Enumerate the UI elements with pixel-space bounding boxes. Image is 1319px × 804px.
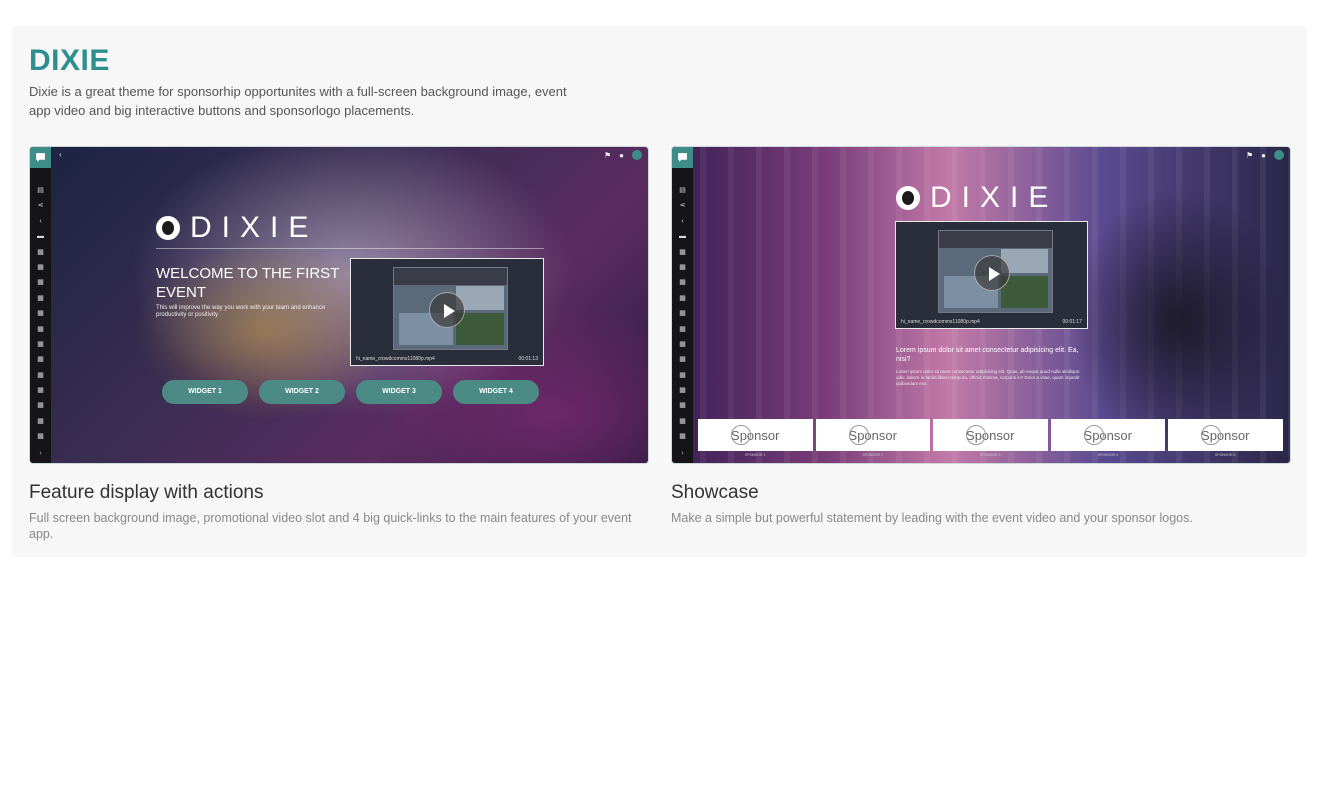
- video-filename: hi_name_crowdcomms11080p.mp4: [356, 356, 435, 362]
- share-icon: ⋖: [679, 202, 686, 210]
- list-icon: ▦: [679, 325, 686, 333]
- play-icon[interactable]: [973, 254, 1010, 291]
- flag-icon: ⚑: [603, 150, 612, 160]
- sponsor-labels: SPONSOR 1 SPONSOR 2 SPONSOR 3 SPONSOR 4 …: [698, 453, 1283, 457]
- logo-mark-icon: [896, 186, 920, 210]
- list-icon: ▦: [679, 340, 686, 348]
- welcome-heading: WELCOME TO THE FIRST EVENT: [156, 265, 340, 301]
- sponsor-logo-3[interactable]: Sponsor: [933, 419, 1048, 451]
- card-title-showcase: Showcase: [671, 482, 759, 503]
- list-icon: ▦: [37, 263, 44, 271]
- preview-feature-display[interactable]: ▤ ⋖ ‹ ▬ ▦ ▦ ▦ ▦ ▦ ▦ ▦ ▦ ▦ ▦ ▦ ▦ ▦ › ‹ ⚑ …: [29, 146, 649, 464]
- sponsor-label: SPONSOR 1: [745, 453, 766, 457]
- app-topbar: ‹ ⚑ ●: [51, 147, 648, 165]
- list-icon: ▦: [679, 263, 686, 271]
- list-icon: ▦: [37, 417, 44, 425]
- app-topbar: ⚑ ●: [693, 147, 1290, 165]
- dixie-logo: DIXIE: [896, 181, 1058, 215]
- chevron-right-icon: ›: [39, 450, 42, 457]
- list-icon: ▦: [679, 310, 686, 318]
- list-icon: ▦: [679, 248, 686, 256]
- list-icon: ▦: [37, 294, 44, 302]
- chevron-left-icon: ‹: [681, 217, 684, 225]
- theme-description: Dixie is a great theme for sponsorhip op…: [29, 84, 567, 118]
- card-description-feature-display: Full screen background image, promotiona…: [29, 511, 632, 541]
- sponsor-label: SPONSOR 5: [1215, 453, 1236, 457]
- intro-body: Lorem ipsum dolor sit amet consectetur a…: [896, 369, 1080, 386]
- list-icon: ▦: [37, 310, 44, 318]
- list-icon: ▦: [37, 248, 44, 256]
- theme-title: DIXIE: [29, 44, 110, 77]
- preview-showcase[interactable]: ▤ ⋖ ‹ ▬ ▦ ▦ ▦ ▦ ▦ ▦ ▦ ▦ ▦ ▦ ▦ ▦ ▦ › ⚑ ● …: [671, 146, 1291, 464]
- list-icon: ▦: [37, 340, 44, 348]
- promo-video[interactable]: hi_name_crowdcomms11080p.mp4 00:01:17: [895, 221, 1088, 329]
- video-duration: 00:01:13: [518, 356, 538, 362]
- card-description-showcase: Make a simple but powerful statement by …: [671, 511, 1193, 525]
- dixie-logo: DIXIE: [156, 211, 318, 245]
- list-icon: ▦: [679, 279, 686, 287]
- list-icon: ▦: [37, 279, 44, 287]
- list-icon: ▦: [37, 433, 44, 441]
- widget-buttons: WIDGET 1 WIDGET 2 WIDGET 3 WIDGET 4: [162, 380, 539, 404]
- logo-mark-icon: [156, 216, 180, 240]
- share-icon: ⋖: [37, 202, 44, 210]
- intro-heading: Lorem ipsum dolor sit amet consectetur a…: [896, 347, 1079, 363]
- list-icon: ▦: [37, 356, 44, 364]
- sponsor-label: SPONSOR 2: [862, 453, 883, 457]
- list-icon: ▦: [679, 433, 686, 441]
- widget-1-button[interactable]: WIDGET 1: [162, 380, 248, 404]
- chat-bubble-icon: [672, 147, 693, 168]
- list-icon: ▦: [37, 387, 44, 395]
- list-icon: ▦: [37, 325, 44, 333]
- app-sidebar: ▤ ⋖ ‹ ▬ ▦ ▦ ▦ ▦ ▦ ▦ ▦ ▦ ▦ ▦ ▦ ▦ ▦ ›: [672, 147, 693, 463]
- list-icon: ▦: [679, 417, 686, 425]
- bell-icon: ●: [619, 150, 624, 160]
- widget-2-button[interactable]: WIDGET 2: [259, 380, 345, 404]
- avatar: [1274, 150, 1284, 160]
- card-title-feature-display: Feature display with actions: [29, 482, 264, 503]
- sponsor-logos: Sponsor Sponsor Sponsor Sponsor Sponsor: [698, 419, 1283, 451]
- widget-3-button[interactable]: WIDGET 3: [356, 380, 442, 404]
- sponsor-logo-2[interactable]: Sponsor: [815, 419, 930, 451]
- list-icon: ▦: [37, 402, 44, 410]
- chevron-right-icon: ›: [681, 450, 684, 457]
- widget-4-button[interactable]: WIDGET 4: [453, 380, 539, 404]
- theme-panel: DIXIE Dixie is a great theme for sponsor…: [12, 26, 1307, 557]
- welcome-subtext: This will improve the way you work with …: [156, 305, 326, 318]
- list-icon: ▦: [679, 356, 686, 364]
- list-icon: ▦: [679, 294, 686, 302]
- calendar-icon: ▤: [679, 187, 686, 194]
- app-sidebar: ▤ ⋖ ‹ ▬ ▦ ▦ ▦ ▦ ▦ ▦ ▦ ▦ ▦ ▦ ▦ ▦ ▦ ›: [30, 147, 51, 463]
- sponsor-logo-4[interactable]: Sponsor: [1050, 419, 1165, 451]
- list-icon: ▦: [37, 371, 44, 379]
- video-filename: hi_name_crowdcomms11080p.mp4: [901, 319, 980, 325]
- list-icon: ▦: [679, 387, 686, 395]
- promo-video[interactable]: hi_name_crowdcomms11080p.mp4 00:01:13: [350, 258, 544, 366]
- play-icon[interactable]: [429, 291, 465, 328]
- chevron-left-icon: ‹: [39, 217, 42, 225]
- video-duration: 00:01:17: [1062, 319, 1082, 325]
- logo-text: DIXIE: [190, 211, 319, 244]
- sponsor-logo-1[interactable]: Sponsor: [698, 419, 813, 451]
- list-icon: ▬: [679, 233, 686, 241]
- chevron-left-icon: ‹: [59, 150, 62, 159]
- bell-icon: ●: [1261, 150, 1266, 160]
- avatar: [632, 150, 642, 160]
- list-icon: ▬: [37, 233, 44, 241]
- sponsor-label: SPONSOR 4: [1097, 453, 1118, 457]
- calendar-icon: ▤: [37, 187, 44, 194]
- list-icon: ▦: [679, 402, 686, 410]
- divider: [156, 248, 544, 249]
- flag-icon: ⚑: [1245, 150, 1254, 160]
- sponsor-logo-5[interactable]: Sponsor: [1168, 419, 1283, 451]
- sponsor-label: SPONSOR 3: [980, 453, 1001, 457]
- logo-text: DIXIE: [930, 181, 1059, 214]
- chat-bubble-icon: [30, 147, 51, 168]
- list-icon: ▦: [679, 371, 686, 379]
